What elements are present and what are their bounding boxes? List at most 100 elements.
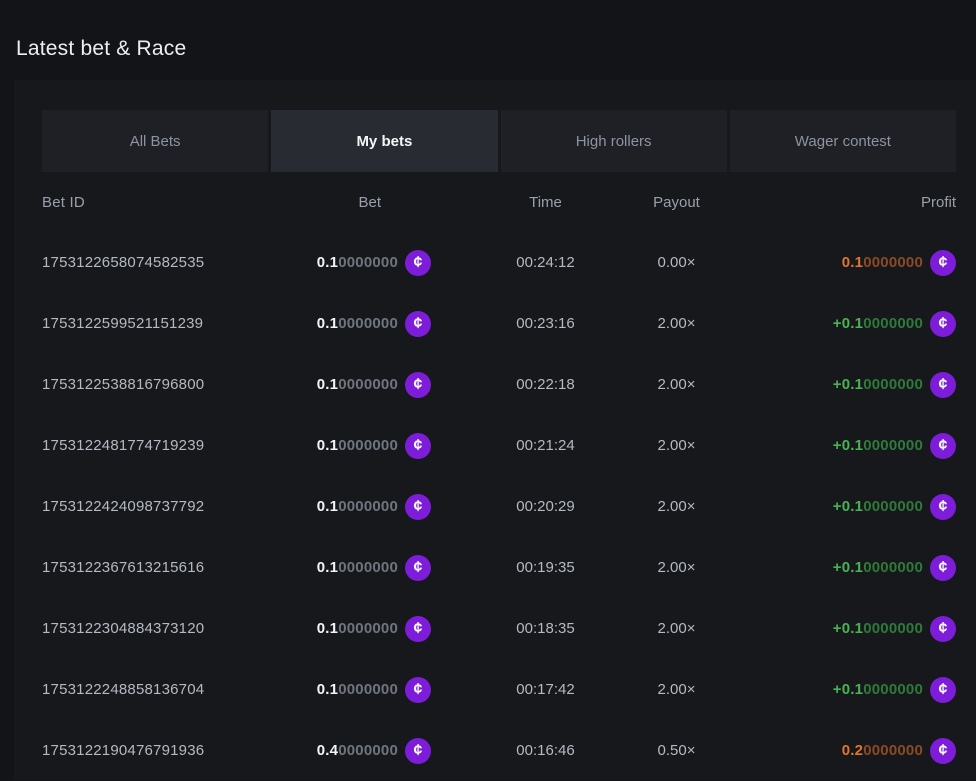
profit-amount-zeros: 0000000 bbox=[863, 254, 923, 271]
bet-amount-cell: 0.10000000 ¢ bbox=[250, 433, 431, 459]
col-header-time: Time bbox=[480, 194, 611, 211]
bet-amount-zeros: 0000000 bbox=[338, 437, 398, 454]
bet-payout-cell: 0.00× bbox=[611, 254, 742, 271]
bet-profit-cell: 0.10000000 ¢ bbox=[742, 250, 956, 276]
profit-amount-main: +0.1 bbox=[833, 315, 863, 332]
bet-time-cell: 00:19:35 bbox=[480, 559, 611, 576]
tab-wager-contest[interactable]: Wager contest bbox=[730, 110, 956, 172]
bet-amount: 0.10000000 bbox=[317, 376, 398, 393]
bet-amount-cell: 0.10000000 ¢ bbox=[250, 555, 431, 581]
bet-amount-zeros: 0000000 bbox=[338, 254, 398, 271]
bet-payout-cell: 2.00× bbox=[611, 620, 742, 637]
bet-amount-main: 0.1 bbox=[317, 315, 338, 332]
coin-icon: ¢ bbox=[930, 311, 956, 337]
coin-icon: ¢ bbox=[405, 677, 431, 703]
bet-amount: 0.10000000 bbox=[317, 315, 398, 332]
bet-time-cell: 00:21:24 bbox=[480, 437, 611, 454]
bet-amount: 0.10000000 bbox=[317, 620, 398, 637]
profit-amount-zeros: 0000000 bbox=[863, 315, 923, 332]
bet-amount-zeros: 0000000 bbox=[338, 315, 398, 332]
table-row[interactable]: 1753122658074582535 0.10000000 ¢ 00:24:1… bbox=[42, 232, 956, 293]
bet-id-cell: 1753122658074582535 bbox=[42, 254, 250, 271]
bet-time-cell: 00:16:46 bbox=[480, 742, 611, 759]
bet-payout-cell: 2.00× bbox=[611, 437, 742, 454]
profit-amount-main: 0.1 bbox=[842, 254, 863, 271]
bet-amount-zeros: 0000000 bbox=[338, 376, 398, 393]
coin-icon: ¢ bbox=[930, 494, 956, 520]
col-header-bet: Bet bbox=[250, 194, 431, 211]
bet-amount: 0.10000000 bbox=[317, 559, 398, 576]
table-row[interactable]: 1753122424098737792 0.10000000 ¢ 00:20:2… bbox=[42, 476, 956, 537]
table-row[interactable]: 1753122481774719239 0.10000000 ¢ 00:21:2… bbox=[42, 415, 956, 476]
bet-id-cell: 1753122599521151239 bbox=[42, 315, 250, 332]
bet-amount: 0.10000000 bbox=[317, 437, 398, 454]
profit-amount: +0.10000000 bbox=[833, 620, 923, 637]
bet-amount-main: 0.1 bbox=[317, 376, 338, 393]
profit-amount: +0.10000000 bbox=[833, 559, 923, 576]
profit-amount-zeros: 0000000 bbox=[863, 620, 923, 637]
col-header-bet-id: Bet ID bbox=[42, 194, 250, 211]
profit-amount: +0.10000000 bbox=[833, 437, 923, 454]
coin-icon: ¢ bbox=[930, 738, 956, 764]
profit-amount-zeros: 0000000 bbox=[863, 437, 923, 454]
profit-amount-main: +0.1 bbox=[833, 620, 863, 637]
bet-amount-zeros: 0000000 bbox=[338, 620, 398, 637]
coin-icon: ¢ bbox=[405, 738, 431, 764]
bet-amount-main: 0.4 bbox=[317, 742, 338, 759]
table-row[interactable]: 1753122248858136704 0.10000000 ¢ 00:17:4… bbox=[42, 659, 956, 720]
profit-amount-zeros: 0000000 bbox=[863, 742, 923, 759]
bet-amount-zeros: 0000000 bbox=[338, 559, 398, 576]
profit-amount-zeros: 0000000 bbox=[863, 376, 923, 393]
bet-id-cell: 1753122248858136704 bbox=[42, 681, 250, 698]
table-header-row: Bet ID Bet Time Payout Profit bbox=[42, 172, 956, 232]
bet-profit-cell: +0.10000000 ¢ bbox=[742, 433, 956, 459]
bet-payout-cell: 2.00× bbox=[611, 559, 742, 576]
bet-amount: 0.10000000 bbox=[317, 254, 398, 271]
profit-amount-zeros: 0000000 bbox=[863, 681, 923, 698]
bet-profit-cell: 0.20000000 ¢ bbox=[742, 738, 956, 764]
bets-table-body: 1753122658074582535 0.10000000 ¢ 00:24:1… bbox=[14, 232, 976, 781]
bet-payout-cell: 2.00× bbox=[611, 681, 742, 698]
profit-amount-main: 0.2 bbox=[842, 742, 863, 759]
tab-my-bets[interactable]: My bets bbox=[271, 110, 497, 172]
bet-amount-cell: 0.40000000 ¢ bbox=[250, 738, 431, 764]
profit-amount: +0.10000000 bbox=[833, 315, 923, 332]
profit-amount: 0.20000000 bbox=[842, 742, 923, 759]
bet-id-cell: 1753122481774719239 bbox=[42, 437, 250, 454]
table-row[interactable]: 1753122599521151239 0.10000000 ¢ 00:23:1… bbox=[42, 293, 956, 354]
bet-amount-main: 0.1 bbox=[317, 620, 338, 637]
bet-profit-cell: +0.10000000 ¢ bbox=[742, 311, 956, 337]
bet-time-cell: 00:17:42 bbox=[480, 681, 611, 698]
profit-amount-zeros: 0000000 bbox=[863, 559, 923, 576]
bet-time-cell: 00:24:12 bbox=[480, 254, 611, 271]
bet-profit-cell: +0.10000000 ¢ bbox=[742, 677, 956, 703]
bet-amount-main: 0.1 bbox=[317, 254, 338, 271]
bet-amount-cell: 0.10000000 ¢ bbox=[250, 250, 431, 276]
profit-amount-main: +0.1 bbox=[833, 559, 863, 576]
bets-tab-bar: All Bets My bets High rollers Wager cont… bbox=[42, 110, 956, 172]
table-row[interactable]: 1753122367613215616 0.10000000 ¢ 00:19:3… bbox=[42, 537, 956, 598]
coin-icon: ¢ bbox=[405, 372, 431, 398]
coin-icon: ¢ bbox=[930, 677, 956, 703]
page-title: Latest bet & Race bbox=[16, 37, 186, 61]
coin-icon: ¢ bbox=[930, 616, 956, 642]
tab-all-bets[interactable]: All Bets bbox=[42, 110, 268, 172]
coin-icon: ¢ bbox=[930, 433, 956, 459]
bet-amount-cell: 0.10000000 ¢ bbox=[250, 677, 431, 703]
tab-high-rollers[interactable]: High rollers bbox=[501, 110, 727, 172]
bet-amount-main: 0.1 bbox=[317, 498, 338, 515]
table-row[interactable]: 1753122538816796800 0.10000000 ¢ 00:22:1… bbox=[42, 354, 956, 415]
table-row[interactable]: 1753122190476791936 0.40000000 ¢ 00:16:4… bbox=[42, 720, 956, 781]
coin-icon: ¢ bbox=[405, 311, 431, 337]
bet-id-cell: 1753122538816796800 bbox=[42, 376, 250, 393]
profit-amount-main: +0.1 bbox=[833, 376, 863, 393]
bet-profit-cell: +0.10000000 ¢ bbox=[742, 555, 956, 581]
coin-icon: ¢ bbox=[930, 372, 956, 398]
bet-profit-cell: +0.10000000 ¢ bbox=[742, 616, 956, 642]
profit-amount-zeros: 0000000 bbox=[863, 498, 923, 515]
profit-amount: 0.10000000 bbox=[842, 254, 923, 271]
table-row[interactable]: 1753122304884373120 0.10000000 ¢ 00:18:3… bbox=[42, 598, 956, 659]
bets-panel: All Bets My bets High rollers Wager cont… bbox=[14, 80, 976, 780]
bet-amount: 0.10000000 bbox=[317, 681, 398, 698]
coin-icon: ¢ bbox=[405, 494, 431, 520]
